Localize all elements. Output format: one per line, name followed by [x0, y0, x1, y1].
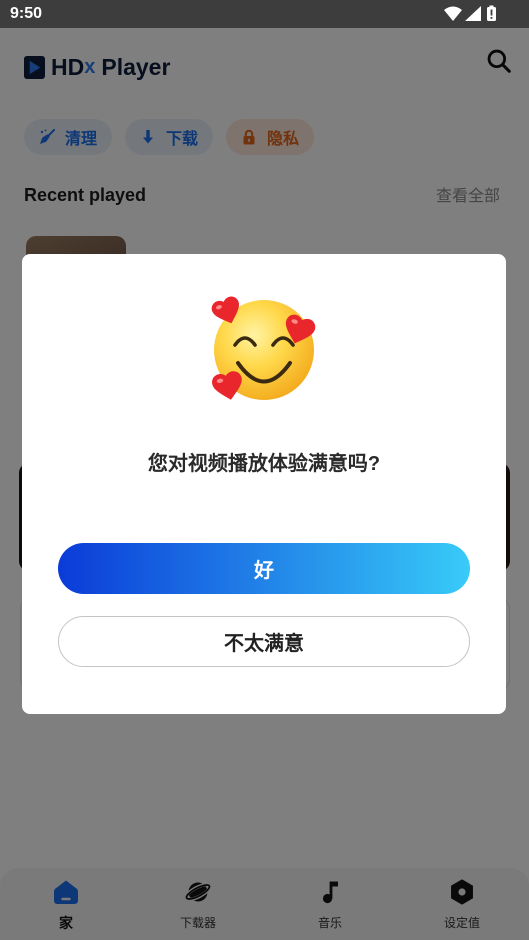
dialog-question: 您对视频播放体验满意吗? [147, 453, 381, 475]
satisfaction-dialog: 您对视频播放体验满意吗? 好 不太满意 [22, 254, 506, 714]
status-bar: 9:50 [0, 0, 529, 28]
status-icons [444, 5, 496, 21]
not-satisfied-button[interactable]: 不太满意 [58, 616, 470, 667]
signal-icon [465, 6, 481, 21]
status-time: 9:50 [10, 5, 43, 22]
satisfied-button[interactable]: 好 [58, 543, 470, 594]
battery-icon [487, 5, 496, 21]
wifi-icon [444, 6, 462, 21]
smiling-face-with-hearts-icon [209, 294, 318, 403]
